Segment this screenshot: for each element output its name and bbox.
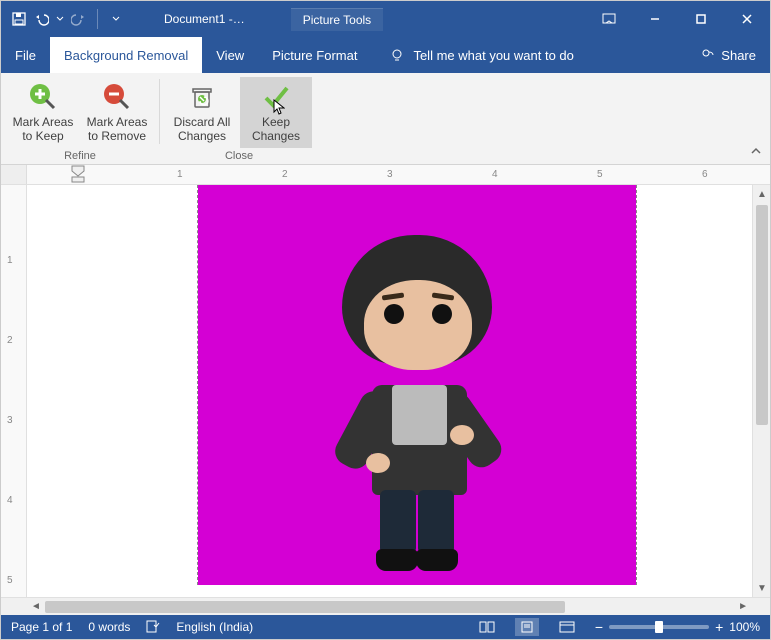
share-label: Share	[721, 48, 756, 63]
horizontal-ruler[interactable]: 1 2 3 4 5 6	[1, 165, 770, 185]
vertical-ruler[interactable]: 1 2 3 4 5	[1, 185, 27, 597]
ruler-mark: 2	[7, 335, 13, 346]
scroll-down-icon[interactable]: ▼	[753, 579, 770, 597]
close-icon[interactable]	[724, 1, 770, 37]
status-bar: Page 1 of 1 0 words English (India) − + …	[1, 615, 770, 639]
scroll-up-icon[interactable]: ▲	[753, 185, 770, 203]
keep-label: Keep Changes	[242, 115, 310, 144]
document-title: Document1 -…	[164, 12, 245, 26]
undo-icon[interactable]	[33, 11, 49, 27]
close-group-label: Close	[225, 148, 253, 166]
ribbon: Mark Areas to Keep Mark Areas to Remove …	[1, 73, 770, 165]
ruler-mark: 5	[597, 169, 603, 180]
language-indicator[interactable]: English (India)	[176, 620, 253, 634]
keep-changes-button[interactable]: Keep Changes	[240, 77, 312, 148]
zoom-slider[interactable]	[609, 625, 709, 629]
document-area: 1 2 3 4 5 ▲	[1, 185, 770, 597]
tell-me-input[interactable]: Tell me what you want to do	[413, 48, 573, 63]
ruler-mark: 3	[7, 415, 13, 426]
scroll-left-icon[interactable]: ◄	[27, 601, 45, 612]
word-count[interactable]: 0 words	[88, 620, 130, 634]
collapse-ribbon-icon[interactable]	[750, 145, 762, 160]
share-icon	[701, 47, 715, 64]
context-tab-label[interactable]: Picture Tools	[291, 8, 383, 31]
proofing-icon[interactable]	[146, 619, 160, 636]
tab-picture-format[interactable]: Picture Format	[258, 37, 371, 73]
group-refine: Mark Areas to Keep Mark Areas to Remove …	[1, 73, 159, 164]
mark-keep-label: Mark Areas to Keep	[9, 115, 77, 144]
group-close: Discard All Changes Keep Changes Close	[160, 73, 318, 164]
background-removal-mask	[198, 185, 636, 585]
mark-areas-keep-button[interactable]: Mark Areas to Keep	[7, 77, 79, 148]
title-bar: Document1 -… Picture Tools	[1, 1, 770, 37]
trash-icon	[186, 81, 218, 113]
tab-file[interactable]: File	[1, 37, 50, 73]
ruler-mark: 6	[702, 169, 708, 180]
tab-view[interactable]: View	[202, 37, 258, 73]
indent-marker-icon[interactable]	[71, 165, 85, 183]
discard-label: Discard All Changes	[168, 115, 236, 144]
dropdown-icon[interactable]	[55, 11, 65, 27]
ribbon-tabs: File Background Removal View Picture For…	[1, 37, 770, 73]
discard-changes-button[interactable]: Discard All Changes	[166, 77, 238, 148]
ruler-mark: 4	[7, 495, 13, 506]
cursor-icon	[273, 99, 285, 115]
print-layout-icon[interactable]	[515, 618, 539, 636]
page-indicator[interactable]: Page 1 of 1	[11, 620, 72, 634]
ribbon-display-icon[interactable]	[586, 1, 632, 37]
zoom-in-icon[interactable]: +	[715, 619, 723, 635]
plus-circle-icon	[27, 81, 59, 113]
read-mode-icon[interactable]	[475, 618, 499, 636]
save-icon[interactable]	[11, 11, 27, 27]
ruler-mark: 1	[7, 255, 13, 266]
tab-background-removal[interactable]: Background Removal	[50, 37, 202, 73]
scroll-thumb[interactable]	[45, 601, 565, 613]
ruler-mark: 3	[387, 169, 393, 180]
horizontal-scrollbar[interactable]: ◄ ►	[1, 597, 770, 615]
ruler-mark: 1	[177, 169, 183, 180]
ruler-mark: 4	[492, 169, 498, 180]
refine-group-label: Refine	[64, 148, 96, 166]
qat-customize-icon[interactable]	[108, 11, 124, 27]
minimize-icon[interactable]	[632, 1, 678, 37]
mark-remove-label: Mark Areas to Remove	[83, 115, 151, 144]
lightbulb-icon	[389, 47, 405, 63]
zoom-out-icon[interactable]: −	[595, 619, 603, 635]
redo-icon[interactable]	[71, 11, 87, 27]
mark-areas-remove-button[interactable]: Mark Areas to Remove	[81, 77, 153, 148]
vertical-scrollbar[interactable]: ▲ ▼	[752, 185, 770, 597]
scroll-right-icon[interactable]: ►	[734, 601, 752, 612]
document-page[interactable]	[27, 185, 752, 597]
zoom-level[interactable]: 100%	[729, 620, 760, 634]
maximize-icon[interactable]	[678, 1, 724, 37]
share-button[interactable]: Share	[701, 37, 770, 73]
ruler-mark: 5	[7, 575, 13, 586]
scroll-thumb[interactable]	[756, 205, 768, 425]
web-layout-icon[interactable]	[555, 618, 579, 636]
minus-circle-icon	[101, 81, 133, 113]
foreground-subject	[302, 235, 532, 575]
picture-selection[interactable]	[197, 185, 637, 585]
ruler-mark: 2	[282, 169, 288, 180]
